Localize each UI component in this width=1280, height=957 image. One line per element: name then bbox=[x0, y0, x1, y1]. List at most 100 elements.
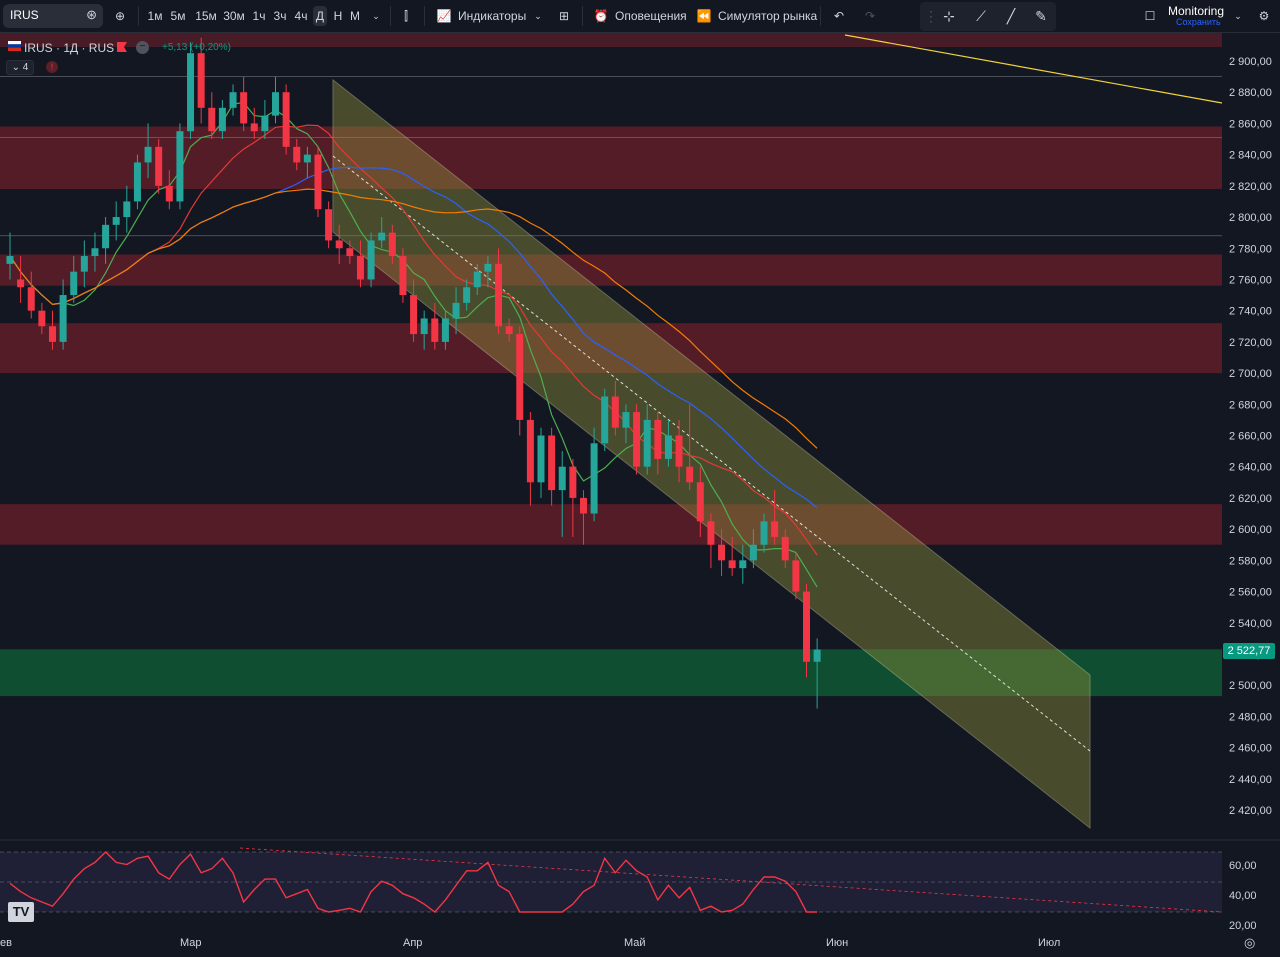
candle-body bbox=[123, 201, 131, 218]
timeframe-chevron-down-icon[interactable]: ⌄ bbox=[366, 6, 386, 26]
ray-icon[interactable]: ╱ bbox=[1002, 7, 1020, 25]
compare-plus-icon[interactable]: ⊕ bbox=[110, 6, 130, 26]
candle-body bbox=[696, 482, 704, 522]
drag-handle-icon[interactable]: ⋮ bbox=[922, 7, 940, 25]
account-menu[interactable]: Monitoring Сохранить bbox=[1168, 4, 1236, 30]
resistance-zone bbox=[0, 254, 1222, 286]
indicators-icon[interactable]: 📈 bbox=[434, 6, 454, 26]
legend-symbol[interactable]: IRUS · 1Д · RUS bbox=[24, 41, 114, 55]
layout-checkbox-icon[interactable]: ☐ bbox=[1140, 6, 1160, 26]
candle-body bbox=[771, 521, 779, 537]
indicators-button[interactable]: Индикаторы bbox=[458, 6, 526, 26]
candle-body bbox=[282, 92, 290, 147]
candle-body bbox=[144, 146, 152, 163]
replay-button[interactable]: Симулятор рынка bbox=[718, 6, 817, 26]
candle-body bbox=[590, 443, 598, 514]
price-tick-label: 2 660,00 bbox=[1229, 431, 1272, 443]
candle-body bbox=[611, 396, 619, 428]
price-tick-label: 2 580,00 bbox=[1229, 555, 1272, 567]
replay-rewind-icon[interactable]: ⏪ bbox=[694, 6, 714, 26]
candle-body bbox=[303, 154, 311, 163]
candle-body bbox=[155, 146, 163, 186]
time-tick-label: Июн bbox=[826, 937, 848, 949]
price-tick-label: 2 700,00 bbox=[1229, 368, 1272, 380]
crosshair-icon[interactable]: ⊹ bbox=[940, 7, 958, 25]
timeframe-week[interactable]: Н bbox=[330, 6, 346, 26]
candle-body bbox=[749, 544, 757, 561]
candle-body bbox=[643, 419, 651, 467]
candle-body bbox=[654, 419, 662, 459]
candle-body bbox=[112, 217, 120, 225]
indicators-chevron-down-icon[interactable]: ⌄ bbox=[528, 6, 548, 26]
candle-body bbox=[27, 287, 35, 311]
account-chevron-down-icon[interactable]: ⌄ bbox=[1228, 6, 1248, 26]
timeframe-3h[interactable]: 3ч bbox=[270, 6, 290, 26]
price-tick-label: 2 820,00 bbox=[1229, 181, 1272, 193]
candle-body bbox=[102, 224, 110, 249]
timeframe-15m[interactable]: 15м bbox=[194, 6, 218, 26]
candle-body bbox=[187, 53, 195, 132]
alarm-clock-icon[interactable]: ⏰ bbox=[591, 6, 611, 26]
undo-icon[interactable]: ↶ bbox=[829, 6, 849, 26]
minus-circle-icon[interactable]: − bbox=[136, 41, 149, 54]
timeframe-day[interactable]: Д bbox=[313, 6, 327, 26]
price-tick-label: 2 780,00 bbox=[1229, 243, 1272, 255]
candle-body bbox=[17, 279, 25, 288]
candle-body bbox=[208, 107, 216, 132]
candles-type-icon[interactable]: ⫿ bbox=[396, 6, 416, 26]
chart-canvas[interactable]: 2 900,00 2 880,00 2 860,00 2 840,00 2 820,00… bbox=[0, 33, 1280, 957]
candle-body bbox=[452, 302, 460, 319]
brush-icon[interactable]: ✎ bbox=[1032, 7, 1050, 25]
candle-body bbox=[240, 92, 248, 124]
candle-body bbox=[739, 560, 747, 569]
candle-body bbox=[38, 310, 46, 327]
candle-body bbox=[516, 334, 524, 420]
timeframe-month[interactable]: М bbox=[347, 6, 363, 26]
price-axis: 2 900,00 2 880,00 2 860,00 2 840,00 2 820,00… bbox=[1222, 33, 1280, 840]
timeframe-30m[interactable]: 30м bbox=[222, 6, 246, 26]
timeframe-1m[interactable]: 1м bbox=[145, 6, 165, 26]
symbol-search[interactable]: IRUS ⊛ bbox=[3, 4, 103, 28]
save-link[interactable]: Сохранить bbox=[1176, 17, 1221, 27]
candle-body bbox=[133, 162, 141, 202]
timeframe-4h[interactable]: 4ч bbox=[291, 6, 311, 26]
legend-change: +5,13 (+0,20%) bbox=[162, 42, 231, 53]
indicators-collapse[interactable]: ⌄ 4 bbox=[6, 60, 34, 75]
symbol-details-icon[interactable]: ⊛ bbox=[86, 7, 97, 23]
candle-body bbox=[325, 209, 333, 241]
templates-grid-icon[interactable]: ⊞ bbox=[554, 6, 574, 26]
trendline-icon[interactable]: ⟋ bbox=[972, 7, 990, 25]
candle-body bbox=[441, 318, 449, 342]
candle-body bbox=[378, 232, 386, 241]
candle-body bbox=[6, 256, 14, 264]
russia-flag-icon bbox=[8, 41, 21, 51]
oscillator-pane: 60,00 40,00 20,00 bbox=[0, 839, 1280, 932]
top-toolbar: IRUS ⊛ ⊕ 1м 5м 15м 30м 1ч 3ч 4ч Д Н М ⌄ … bbox=[0, 0, 1280, 33]
price-tick-label: 2 620,00 bbox=[1229, 493, 1272, 505]
candle-body bbox=[346, 248, 354, 257]
candle-body bbox=[218, 107, 226, 132]
redo-icon[interactable]: ↷ bbox=[860, 6, 880, 26]
settings-gear-icon[interactable]: ⚙ bbox=[1254, 6, 1274, 26]
alert-icon[interactable]: ! bbox=[46, 61, 58, 73]
candle-body bbox=[558, 466, 566, 491]
candle-body bbox=[70, 271, 78, 296]
timeframe-1h[interactable]: 1ч bbox=[249, 6, 269, 26]
chevron-icon: ⌄ bbox=[11, 62, 21, 73]
toolbar-divider bbox=[582, 6, 583, 26]
time-tick-label: Апр bbox=[403, 937, 422, 949]
candle-body bbox=[792, 560, 800, 592]
candle-body bbox=[537, 435, 545, 483]
price-tick-label: 2 800,00 bbox=[1229, 212, 1272, 224]
candle-body bbox=[686, 466, 694, 483]
candle-body bbox=[59, 295, 67, 342]
tradingview-logo-icon[interactable]: TV bbox=[8, 902, 34, 922]
time-axis: ев Мар Апр Май Июн Июл bbox=[0, 937, 1060, 949]
candle-body bbox=[718, 544, 726, 561]
timeframe-5m[interactable]: 5м bbox=[168, 6, 188, 26]
alerts-button[interactable]: Оповещения bbox=[615, 6, 687, 26]
candle-body bbox=[633, 412, 641, 467]
axis-settings-icon[interactable]: ◎ bbox=[1244, 935, 1258, 950]
candle-body bbox=[601, 396, 609, 444]
price-tick-label: 2 680,00 bbox=[1229, 399, 1272, 411]
